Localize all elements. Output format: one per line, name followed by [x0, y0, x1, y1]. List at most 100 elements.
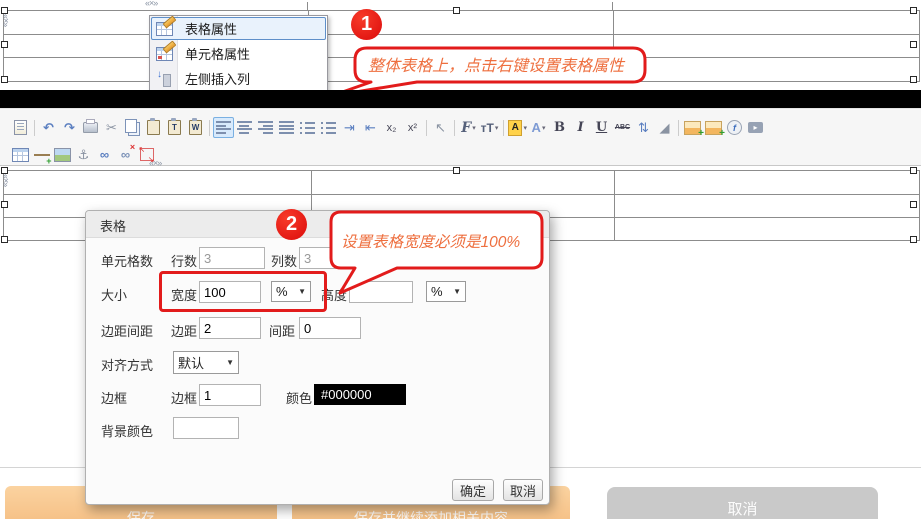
cell-properties-icon	[155, 47, 173, 61]
align-center-icon[interactable]	[234, 117, 255, 138]
table-properties-icon	[155, 22, 173, 36]
align-left-icon[interactable]	[213, 117, 234, 138]
table-drag-handle-icon[interactable]: «×»	[149, 158, 161, 168]
underline-icon[interactable]: U	[591, 117, 612, 138]
selection-handle[interactable]	[1, 41, 8, 48]
selection-handle[interactable]	[910, 41, 917, 48]
dialog-row-border: 边框 边框 颜色 #000000	[86, 384, 549, 408]
selection-handle[interactable]	[453, 167, 460, 174]
dialog-row-align: 对齐方式 默认▼	[86, 351, 549, 375]
dialog-row-background: 背景颜色	[86, 417, 549, 441]
toolbar-row-2: ⚓∞∞	[0, 141, 921, 168]
dialog-row-spacing: 边距间距 边距 间距	[86, 317, 549, 341]
size-label: 大小	[101, 285, 127, 304]
gap-label: 间距	[269, 321, 295, 340]
align-right-icon[interactable]	[255, 117, 276, 138]
unlink-icon[interactable]: ∞	[115, 144, 136, 165]
selection-handle[interactable]	[910, 7, 917, 14]
font-color-icon[interactable]: A▾	[507, 117, 528, 138]
save-and-continue-button-label: 保存并继续添加相关内容	[354, 508, 508, 519]
cancel-button[interactable]: 取消	[503, 479, 543, 501]
border-group-label: 边框	[101, 388, 127, 407]
toolbar-separator	[678, 120, 679, 136]
paste-icon[interactable]	[143, 117, 164, 138]
insert-table-icon[interactable]	[10, 144, 31, 165]
table-drag-handle-icon[interactable]: «×»	[145, 0, 157, 8]
anchor-icon[interactable]: ⚓	[73, 144, 94, 165]
undo-icon[interactable]: ↶	[38, 117, 59, 138]
menu-item-label: 表格属性	[185, 19, 237, 38]
insert-media-icon[interactable]: ▸	[745, 117, 766, 138]
link-icon[interactable]: ∞	[94, 144, 115, 165]
gap-input[interactable]	[299, 317, 361, 339]
align-justify-icon[interactable]	[276, 117, 297, 138]
save-button-label: 保存	[127, 508, 155, 519]
subscript-icon[interactable]: x₂	[381, 117, 402, 138]
eraser-icon[interactable]: ◢	[654, 117, 675, 138]
insert-map-icon[interactable]	[52, 144, 73, 165]
page-cancel-button[interactable]: 取消	[607, 487, 878, 519]
selection-handle[interactable]	[910, 236, 917, 243]
ordered-list-icon[interactable]	[297, 117, 318, 138]
back-color-icon[interactable]: A▾	[528, 117, 549, 138]
menu-item-insert-column-left[interactable]: 左侧插入列	[150, 66, 327, 91]
horizontal-rule-icon[interactable]	[31, 144, 52, 165]
indent-icon[interactable]: ⇥	[339, 117, 360, 138]
unordered-list-icon[interactable]	[318, 117, 339, 138]
step-2-badge: 2	[276, 209, 307, 240]
align-value: 默认	[178, 353, 204, 372]
menu-item-cell-properties[interactable]: 单元格属性	[150, 41, 327, 66]
align-select[interactable]: 默认▼	[173, 351, 239, 374]
border-color-label: 颜色	[286, 388, 312, 407]
outdent-icon[interactable]: ⇤	[360, 117, 381, 138]
source-edit-icon[interactable]	[10, 117, 31, 138]
spacing-group-label: 边距间距	[101, 321, 153, 340]
line-height-icon[interactable]: ⇅	[633, 117, 654, 138]
copy-icon[interactable]	[122, 117, 143, 138]
superscript-icon[interactable]: x²	[402, 117, 423, 138]
cut-icon[interactable]: ✂	[101, 117, 122, 138]
selection-handle[interactable]	[1, 201, 8, 208]
selection-handle[interactable]	[910, 76, 917, 83]
column-tick	[307, 2, 308, 10]
paste-text-icon[interactable]: T	[164, 117, 185, 138]
selection-handle[interactable]	[1, 167, 8, 174]
insert-flash-icon[interactable]: f	[724, 117, 745, 138]
callout-bubble-2	[325, 209, 550, 304]
selection-handle[interactable]	[910, 167, 917, 174]
selection-handle[interactable]	[1, 76, 8, 83]
insert-image-icon[interactable]	[682, 117, 703, 138]
border-color-swatch[interactable]: #000000	[314, 384, 406, 405]
table-drag-handle-icon[interactable]: «×»	[1, 14, 11, 26]
italic-icon[interactable]: I	[570, 117, 591, 138]
selection-handle[interactable]	[453, 7, 460, 14]
redo-icon[interactable]: ↷	[59, 117, 80, 138]
selection-handle[interactable]	[910, 201, 917, 208]
paste-word-icon[interactable]: W	[185, 117, 206, 138]
image-manager-icon[interactable]	[703, 117, 724, 138]
padding-input[interactable]	[199, 317, 261, 339]
selection-handle[interactable]	[1, 7, 8, 14]
toolbar-separator	[209, 120, 210, 136]
screenshot-canvas: «×» «×» 表格属性单元格属性左侧插入列 1 整体表格上，点击右键设置表格属…	[0, 0, 921, 519]
bold-icon[interactable]: B	[549, 117, 570, 138]
selection-handle[interactable]	[1, 236, 8, 243]
ok-button[interactable]: 确定	[452, 479, 494, 501]
width-highlight-box	[159, 271, 327, 312]
background-color-label: 背景颜色	[101, 421, 153, 440]
border-width-input[interactable]	[199, 384, 261, 406]
table-drag-handle-icon[interactable]: «×»	[1, 174, 11, 186]
page-cancel-button-label: 取消	[727, 498, 757, 519]
menu-item-table-properties[interactable]: 表格属性	[150, 16, 327, 41]
print-icon[interactable]	[80, 117, 101, 138]
rows-input[interactable]	[199, 247, 265, 269]
padding-label: 边距	[171, 321, 197, 340]
editor-toolbar: ↶↷✂TW⇥⇤x₂x²↖F▾тT▾A▾A▾BIUABC⇅◢f▸ ⚓∞∞	[0, 108, 921, 166]
step-1-badge: 1	[351, 9, 382, 40]
font-family-icon[interactable]: F▾	[458, 117, 479, 138]
background-color-input[interactable]	[173, 417, 239, 439]
select-cursor-icon[interactable]: ↖	[430, 117, 451, 138]
font-size-icon[interactable]: тT▾	[479, 117, 500, 138]
border-width-label: 边框	[171, 388, 197, 407]
strikethrough-icon[interactable]: ABC	[612, 117, 633, 138]
